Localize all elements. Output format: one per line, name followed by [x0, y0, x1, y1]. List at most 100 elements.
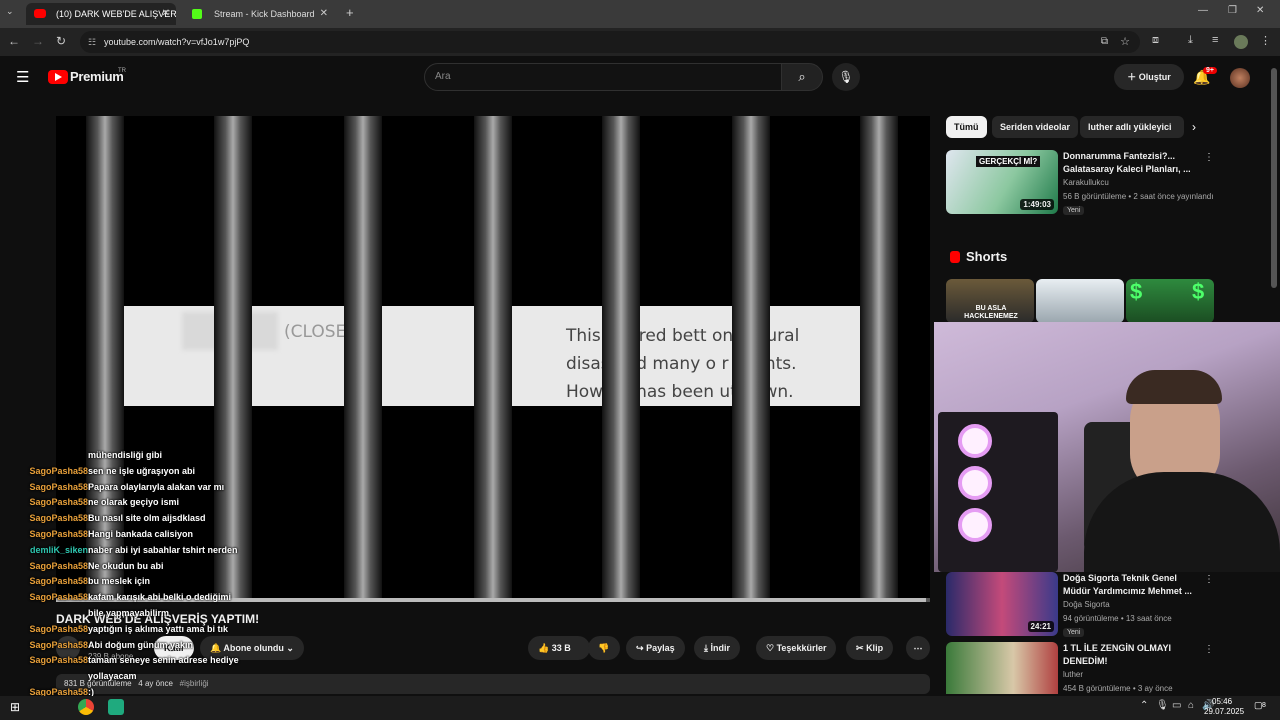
account-avatar[interactable]	[1230, 68, 1250, 88]
forward-icon[interactable]: →	[32, 34, 44, 48]
close-icon[interactable]: ✕	[320, 3, 328, 25]
download-icon[interactable]: ⤓	[1188, 34, 1193, 47]
tab-youtube[interactable]: (10) DARK WEB'DE ALIŞVERİŞ YAPTIM! ✕	[26, 3, 176, 25]
device-icon[interactable]: ▭	[1172, 700, 1181, 711]
thanks-button[interactable]: ♡ Teşekkürler	[756, 636, 837, 660]
play-triangle-icon	[55, 73, 62, 81]
video-thumbnail[interactable]	[946, 642, 1058, 694]
chat-message: SagoPasha58ne olarak geçiyo ismi	[20, 495, 280, 511]
tray-chevron-icon[interactable]: ⌃	[1140, 700, 1148, 711]
new-tab-button[interactable]: +	[346, 5, 354, 20]
bookmark-star-icon[interactable]: ☆	[1120, 31, 1130, 53]
address-bar[interactable]: ☷ youtube.com/watch?v=vfJo1w7pjPQ ⧉ ☆	[80, 31, 1140, 53]
share-icon: ↪	[636, 643, 644, 653]
chip-all[interactable]: Tümü	[946, 116, 987, 138]
more-icon[interactable]: ⋮	[1204, 152, 1214, 163]
chat-text: yollayacam	[88, 671, 137, 682]
browser-menu-icon[interactable]: ⋮	[1260, 34, 1271, 47]
tab-search-icon[interactable]: ⌄	[6, 6, 14, 17]
more-actions-button[interactable]: ⋯	[906, 636, 930, 660]
thumbs-up-icon: 👍	[538, 643, 550, 653]
short-thumbnail[interactable]: $ $	[1126, 279, 1214, 323]
chat-text: bu meslek için	[88, 576, 151, 587]
extensions-icon[interactable]: ⧈	[1152, 34, 1159, 47]
recommended-video[interactable]: GERÇEKÇİ Mİ? 1:49:03 Donnarumma Fantezis…	[946, 150, 1216, 215]
channel-name[interactable]: luther	[1063, 670, 1083, 679]
channel-name[interactable]: Karakullukcu	[1063, 178, 1109, 187]
chip-label: Tümü	[954, 122, 979, 132]
like-button[interactable]: 👍 33 B	[528, 636, 590, 660]
short-thumbnail[interactable]: BU ASLA HACKLENEMEZ	[946, 279, 1034, 323]
chat-message: SagoPasha58yaptığın iş aklıma yattı ama …	[20, 622, 280, 638]
more-icon[interactable]: ⋮	[1204, 574, 1214, 585]
windows-start-icon[interactable]: ⊞	[10, 700, 20, 714]
youtube-premium-logo[interactable]: Premium	[70, 69, 124, 84]
channel-name[interactable]: Doğa Sigorta	[1063, 600, 1110, 609]
pc-case	[938, 412, 1058, 572]
create-button[interactable]: ＋ Oluştur	[1114, 64, 1184, 90]
chevron-right-icon[interactable]: ›	[1192, 120, 1196, 134]
clock-time[interactable]: 05:46	[1212, 697, 1232, 706]
chat-message: SagoPasha58bu meslek için	[20, 574, 280, 590]
dollar-icon: $	[1192, 279, 1205, 304]
chat-message: mühendisliği gibi	[20, 448, 280, 464]
chat-text: Ne okudun bu abi	[88, 560, 164, 571]
short-thumbnail[interactable]	[1036, 279, 1124, 323]
video-thumbnail[interactable]: 24:21	[946, 572, 1058, 636]
reload-icon[interactable]: ↻	[56, 34, 66, 48]
back-icon[interactable]: ←	[8, 34, 20, 48]
scrollbar-thumb[interactable]	[1271, 68, 1277, 288]
voice-search-button[interactable]: 🎙	[832, 63, 860, 91]
window-close-button[interactable]: ✕	[1256, 5, 1264, 16]
page-scrollbar[interactable]	[1271, 60, 1277, 686]
shorts-heading: Shorts	[966, 249, 1008, 264]
chat-message: SagoPasha58Papara olaylarıyla alakan var…	[20, 480, 280, 496]
rgb-fan	[958, 424, 992, 458]
chat-text: kafam karışık abi belki o dediğimi	[88, 592, 232, 603]
jail-bar	[474, 116, 512, 600]
chat-username: SagoPasha58	[29, 576, 88, 587]
jail-bar	[860, 116, 898, 600]
clock-date[interactable]: 29.07.2025	[1204, 707, 1244, 716]
search-button[interactable]: ⌕	[781, 63, 823, 91]
network-icon[interactable]: ⌂	[1188, 700, 1194, 711]
short-thumb-text: BU ASLA HACKLENEMEZ	[964, 305, 1018, 320]
thumbs-down-icon: 👎	[598, 643, 610, 653]
chat-message: yollayacam	[20, 669, 280, 685]
more-icon[interactable]: ⋮	[1204, 644, 1214, 655]
chip-series[interactable]: Seriden videolar	[992, 116, 1079, 138]
site-info-icon[interactable]: ☷	[88, 31, 96, 53]
tab-kick[interactable]: Stream - Kick Dashboard ✕	[184, 3, 334, 25]
chat-username: SagoPasha58	[29, 655, 88, 666]
chat-message: SagoPasha58Bu nasıl site olm aijsdklasd	[20, 511, 280, 527]
youtube-logo-icon[interactable]	[48, 70, 68, 84]
video-thumbnail[interactable]: GERÇEKÇİ Mİ? 1:49:03	[946, 150, 1058, 214]
close-icon[interactable]: ✕	[162, 3, 170, 25]
chip-uploader[interactable]: luther adlı yükleyici	[1080, 116, 1184, 138]
cast-icon[interactable]: ⧉	[1101, 31, 1108, 53]
chat-username: SagoPasha58	[29, 528, 88, 539]
recommended-video[interactable]: 24:21 Doğa Sigorta Teknik Genel Müdür Ya…	[946, 572, 1216, 637]
dislike-button[interactable]: 👎	[588, 636, 620, 660]
thumbnail-text: GERÇEKÇİ Mİ?	[976, 156, 1041, 167]
reading-list-icon[interactable]: ≡	[1212, 34, 1218, 46]
chrome-icon[interactable]	[78, 699, 94, 715]
clip-label: Klip	[866, 643, 884, 653]
chat-username: SagoPasha58	[29, 465, 88, 476]
notification-count: 8	[1262, 702, 1266, 709]
chat-text: mühendisliği gibi	[88, 450, 162, 460]
clip-button[interactable]: ✂ Klip	[846, 636, 894, 660]
recommended-video[interactable]: 1 TL İLE ZENGİN OLMAYI DENEDİM! luther 4…	[946, 642, 1216, 694]
restore-button[interactable]: ❐	[1228, 5, 1237, 16]
mic-tray-icon[interactable]: 🎙	[1156, 700, 1169, 711]
chat-text: Bu nasıl site olm aijsdklasd	[88, 513, 206, 524]
app-icon[interactable]	[108, 699, 124, 715]
minimize-button[interactable]: —	[1198, 5, 1208, 16]
download-button[interactable]: ⤓ İndir	[694, 636, 740, 660]
streamer-hair	[1126, 370, 1222, 404]
chat-text: Hangi bankada calisiyon	[88, 528, 194, 539]
hamburger-menu-icon[interactable]: ☰	[16, 68, 29, 86]
profile-avatar[interactable]	[1234, 35, 1248, 49]
share-button[interactable]: ↪ Paylaş	[626, 636, 685, 660]
search-input[interactable]: Ara	[424, 63, 782, 91]
